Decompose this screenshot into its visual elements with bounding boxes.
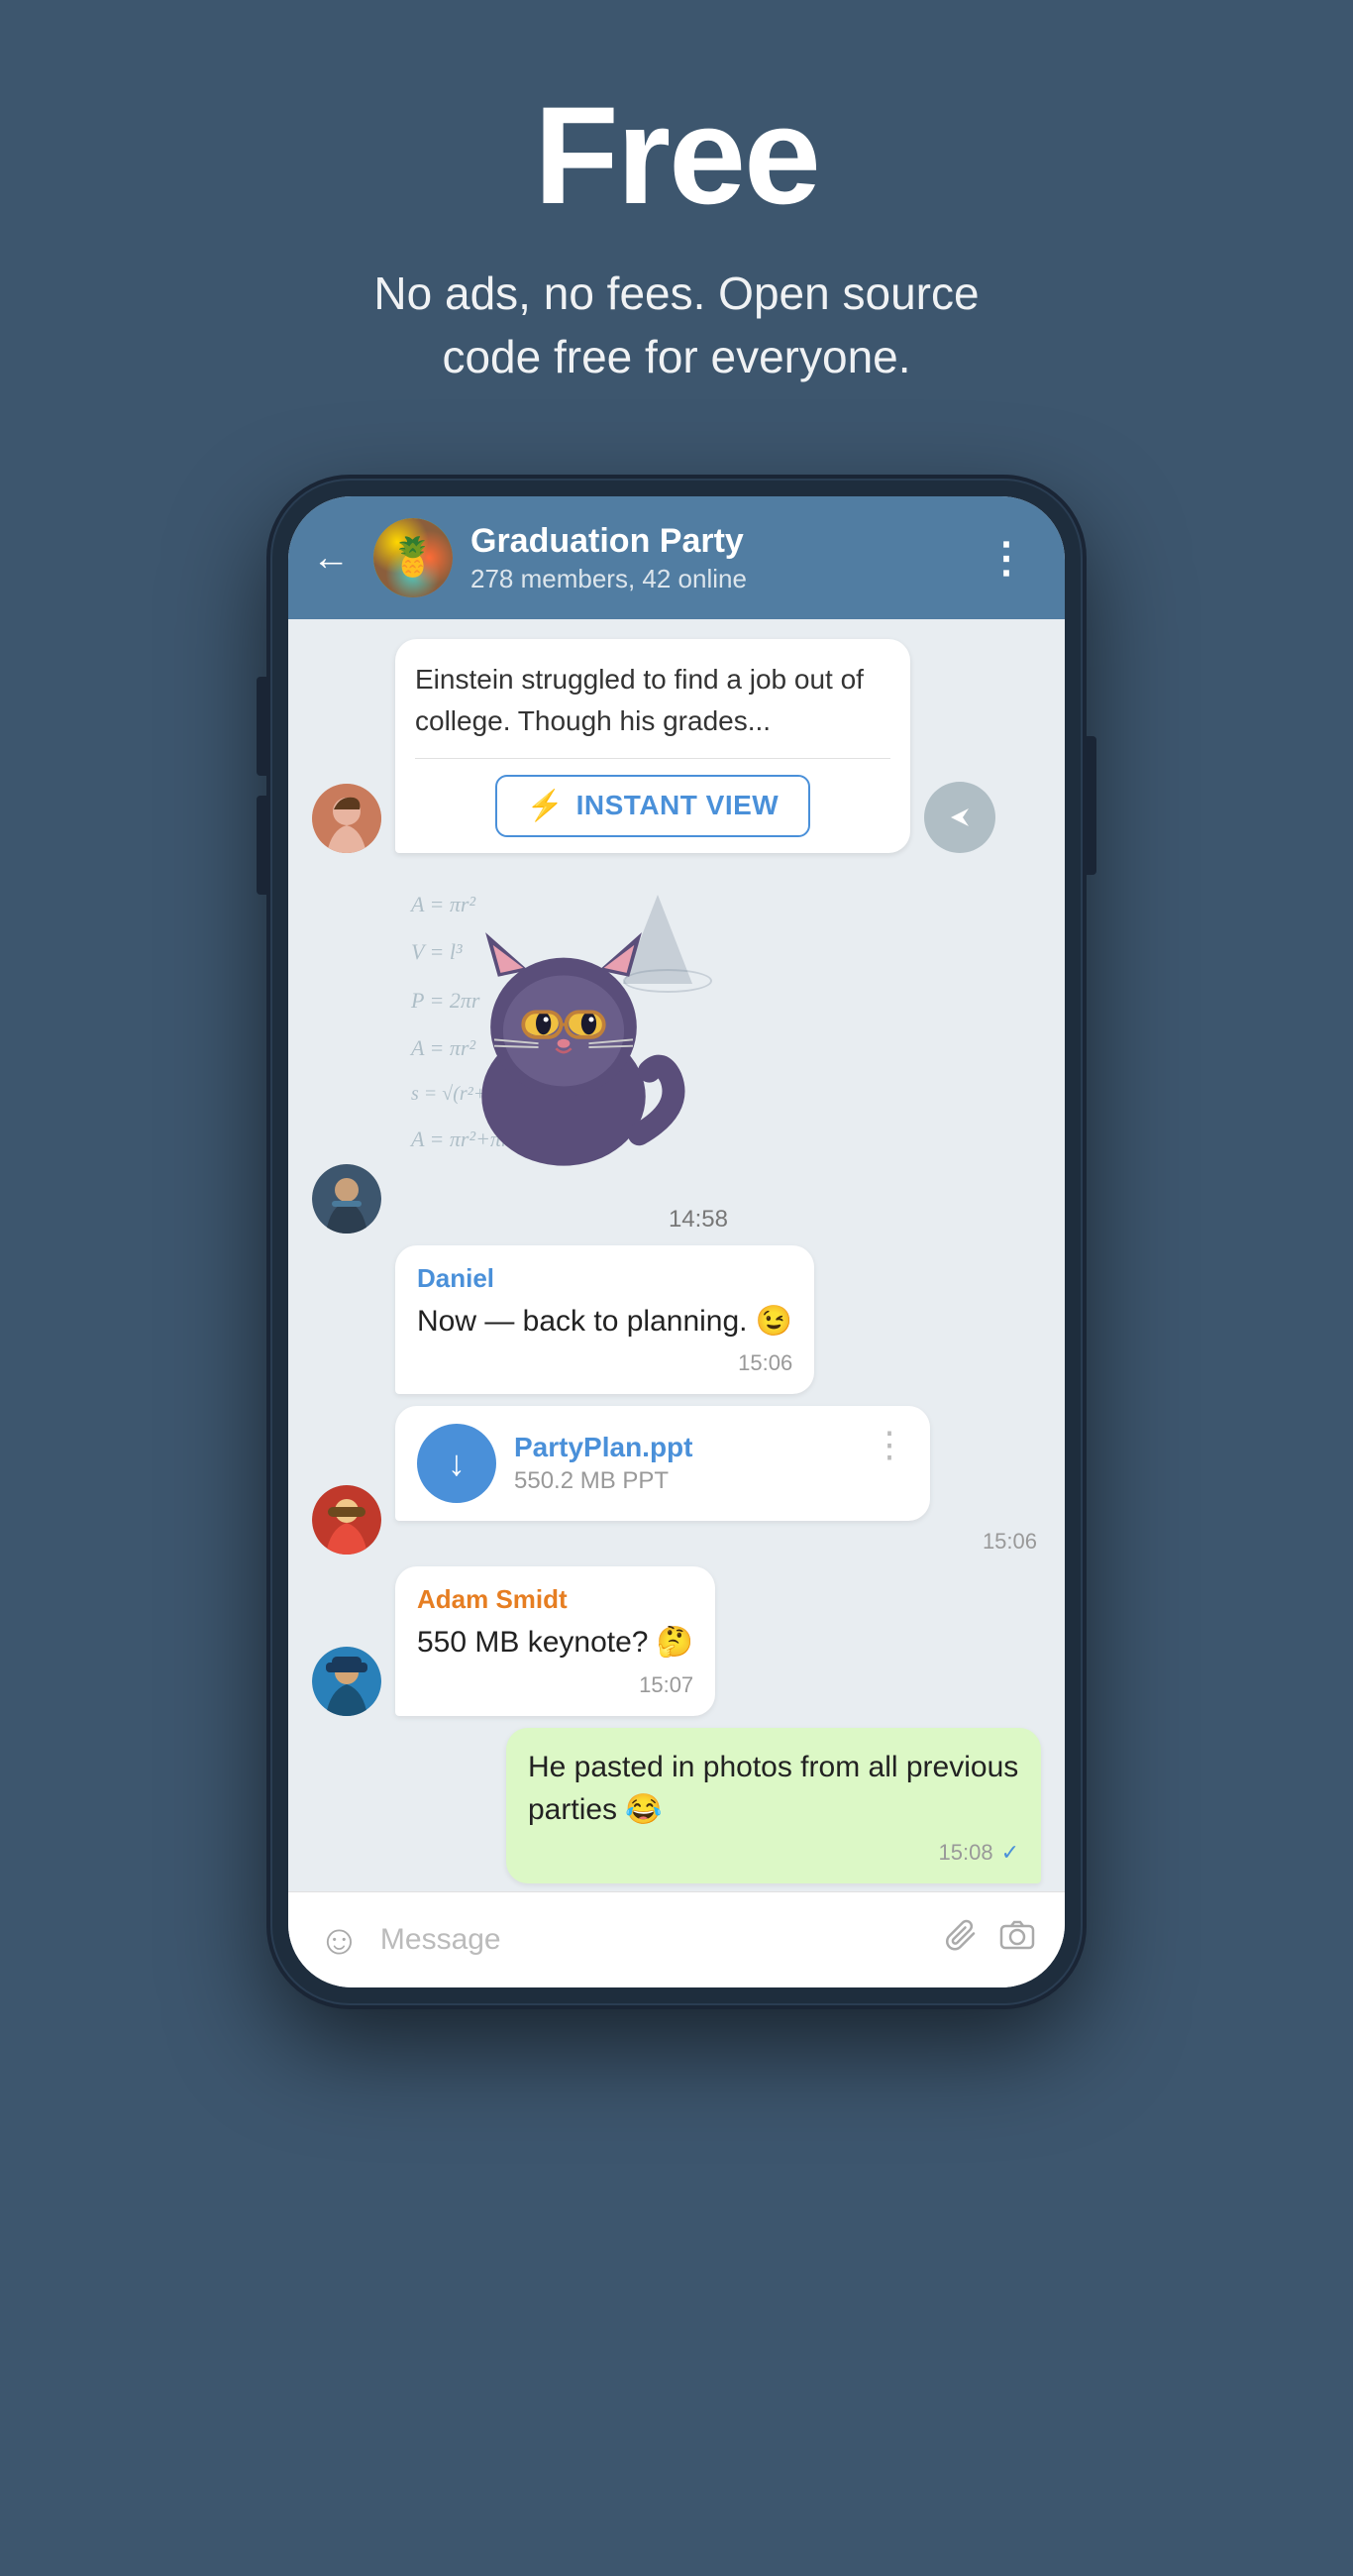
user-avatar-hoodie — [312, 1164, 381, 1234]
phone-screen: ← 🍍 Graduation Party 278 members, 42 onl… — [288, 496, 1065, 1987]
sent-check: ✓ — [1001, 1840, 1019, 1866]
chat-body: Einstein struggled to find a job out of … — [288, 619, 1065, 1883]
sent-time: 15:08 — [939, 1840, 993, 1866]
emoji-button[interactable]: ☺ — [318, 1916, 361, 1964]
instant-view-bubble: Einstein struggled to find a job out of … — [395, 639, 910, 853]
sticker-visual: A = πr² V = l³ P = 2πr A = πr² s = √(r²+… — [395, 865, 732, 1202]
adam-message-row: Adam Smidt 550 MB keynote? 🤔 15:07 — [312, 1566, 1041, 1716]
group-avatar-image: 🍍 — [373, 518, 453, 597]
sticker-message-row: A = πr² V = l³ P = 2πr A = πr² s = √(r²+… — [312, 865, 1041, 1234]
hero-title: Free — [59, 79, 1294, 232]
daniel-bubble-footer: 15:06 — [417, 1350, 792, 1376]
adam-sender: Adam Smidt — [417, 1584, 693, 1615]
file-info: PartyPlan.ppt 550.2 MB PPT — [514, 1432, 854, 1495]
file-menu-button[interactable]: ⋮ — [872, 1424, 908, 1465]
adam-time: 15:07 — [639, 1672, 693, 1698]
daniel-bubble: Daniel Now — back to planning. 😉 15:06 — [395, 1245, 814, 1395]
attachment-button[interactable] — [944, 1917, 980, 1962]
instant-view-button[interactable]: ⚡ INSTANT VIEW — [495, 775, 810, 837]
file-download-button[interactable]: ↓ — [417, 1424, 496, 1503]
daniel-sender: Daniel — [417, 1263, 792, 1294]
sent-text: He pasted in photos from all previous pa… — [528, 1746, 1019, 1832]
daniel-time: 15:06 — [738, 1350, 792, 1376]
file-time: 15:06 — [983, 1529, 1037, 1555]
cat-sticker-svg — [425, 895, 702, 1172]
group-meta: 278 members, 42 online — [470, 564, 962, 594]
adam-bubble-footer: 15:07 — [417, 1672, 693, 1698]
iv-text: Einstein struggled to find a job out of … — [415, 659, 890, 758]
file-message-row: ↓ PartyPlan.ppt 550.2 MB PPT ⋮ 15:06 — [312, 1406, 1041, 1555]
adam-text: 550 MB keynote? 🤔 — [417, 1621, 693, 1664]
file-bubble-footer: 15:06 — [395, 1529, 1041, 1555]
sent-message-row: He pasted in photos from all previous pa… — [312, 1728, 1041, 1883]
hero-subtitle: No ads, no fees. Open sourcecode free fo… — [59, 262, 1294, 389]
phone-frame: ← 🍍 Graduation Party 278 members, 42 onl… — [270, 479, 1083, 2005]
iv-button-label: INSTANT VIEW — [576, 790, 780, 821]
input-bar: ☺ Message — [288, 1891, 1065, 1987]
phone-wrapper: ← 🍍 Graduation Party 278 members, 42 onl… — [270, 479, 1083, 2005]
share-button[interactable] — [924, 782, 995, 853]
sticker-area: A = πr² V = l³ P = 2πr A = πr² s = √(r²+… — [395, 865, 732, 1234]
chat-info: Graduation Party 278 members, 42 online — [470, 521, 962, 594]
user-avatar-woman — [312, 784, 381, 853]
daniel-text: Now — back to planning. 😉 — [417, 1300, 792, 1343]
instant-view-message-row: Einstein struggled to find a job out of … — [312, 639, 1041, 853]
group-name: Graduation Party — [470, 521, 962, 562]
file-size: 550.2 MB PPT — [514, 1467, 854, 1495]
camera-button[interactable] — [999, 1917, 1035, 1962]
user-avatar-hat — [312, 1647, 381, 1716]
iv-button-row: ⚡ INSTANT VIEW — [415, 758, 890, 853]
chat-header: ← 🍍 Graduation Party 278 members, 42 onl… — [288, 496, 1065, 619]
sticker-time: 14:58 — [669, 1206, 732, 1234]
sent-bubble: He pasted in photos from all previous pa… — [506, 1728, 1041, 1883]
header-menu-button[interactable]: ⋮ — [980, 533, 1035, 582]
back-button[interactable]: ← — [312, 539, 350, 577]
file-name: PartyPlan.ppt — [514, 1432, 854, 1463]
hero-section: Free No ads, no fees. Open sourcecode fr… — [0, 0, 1353, 449]
file-bubble: ↓ PartyPlan.ppt 550.2 MB PPT ⋮ — [395, 1406, 930, 1521]
message-input[interactable]: Message — [380, 1923, 924, 1957]
user-avatar-glasses — [312, 1485, 381, 1555]
daniel-message-row: Daniel Now — back to planning. 😉 15:06 — [312, 1245, 1041, 1395]
lightning-icon: ⚡ — [527, 789, 565, 823]
group-avatar: 🍍 — [373, 518, 453, 597]
adam-bubble: Adam Smidt 550 MB keynote? 🤔 15:07 — [395, 1566, 715, 1716]
sent-bubble-footer: 15:08 ✓ — [528, 1840, 1019, 1866]
